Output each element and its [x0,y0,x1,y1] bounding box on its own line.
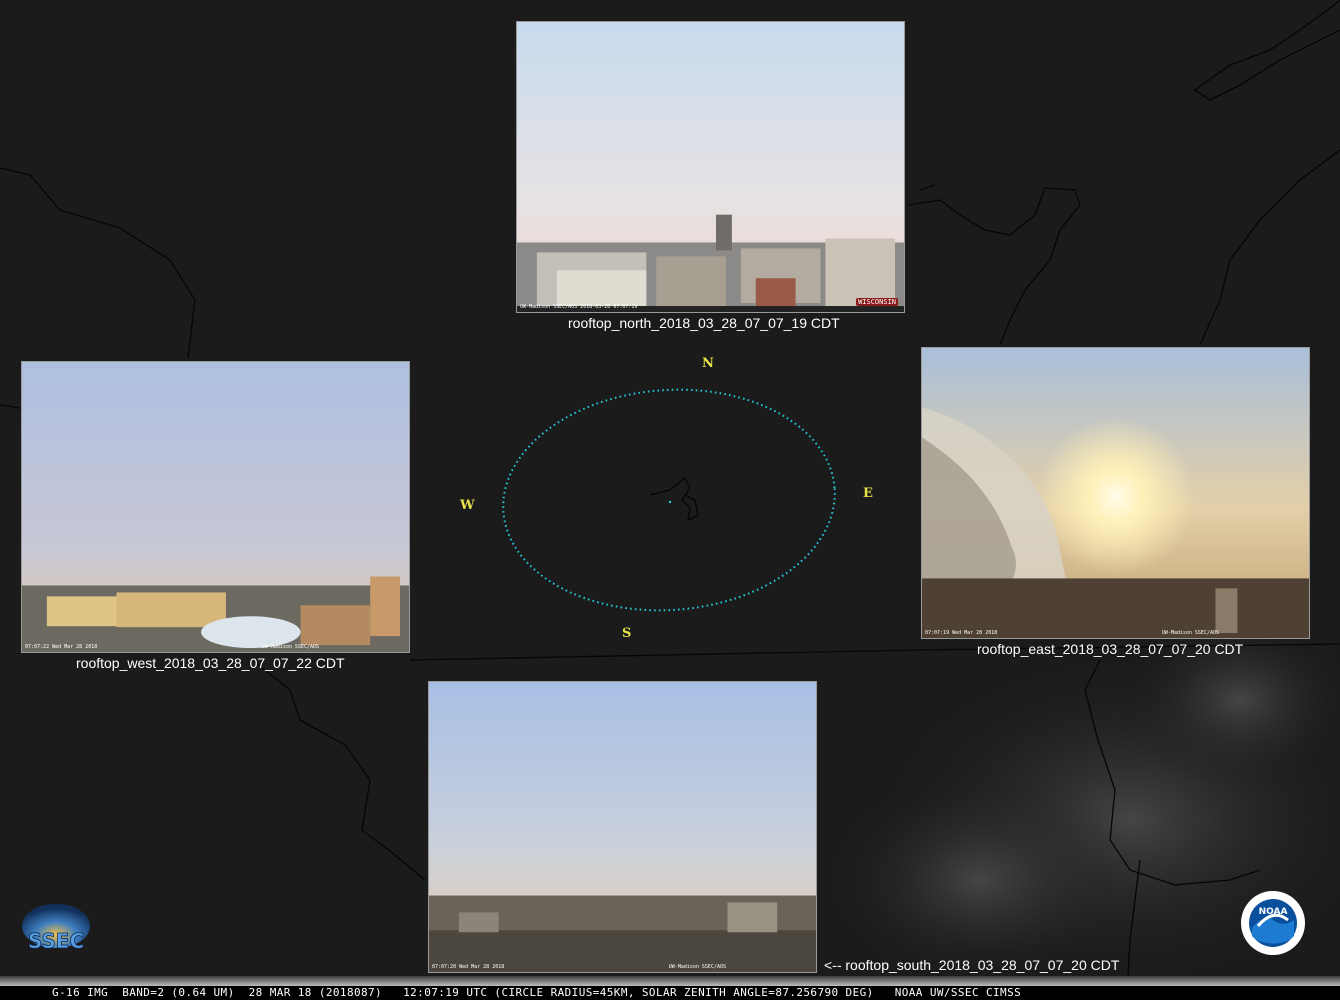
camera-south-caption: <-- rooftop_south_2018_03_28_07_07_20 CD… [824,957,1120,973]
camera-north-logo-text: WISCONSIN [856,298,898,306]
camera-east-source: UW-Madison SSEC/AOS [1161,630,1219,636]
camera-west-caption: rooftop_west_2018_03_28_07_07_22 CDT [76,655,345,671]
camera-north-caption: rooftop_north_2018_03_28_07_07_19 CDT [568,315,840,331]
status-bar-divider [0,976,1340,986]
camera-south-image: 07:07:20 Wed Mar 28 2018 UW-Madison SSEC… [428,681,817,973]
noaa-logo: NOAA [1240,890,1306,956]
camera-east-caption: rooftop_east_2018_03_28_07_07_20 CDT [977,641,1244,657]
ssec-logo: SSEC [18,902,94,954]
compass-south-label: S [622,626,632,641]
camera-north-image: UW-Madison SSEC/AOS 2018-03-28 07:07:19 … [516,21,905,313]
status-bar: G-16 IMG BAND=2 (0.64 UM) 28 MAR 18 (201… [0,976,1340,1000]
camera-west-timestamp: 07:07:22 Wed Mar 28 2018 [25,644,98,650]
status-bar-text: G-16 IMG BAND=2 (0.64 UM) 28 MAR 18 (201… [52,986,1022,999]
compass-west-label: W [460,498,475,513]
camera-north-timestamp: UW-Madison SSEC/AOS 2018-03-28 07:07:19 [520,304,638,310]
camera-south-timestamp: 07:07:20 Wed Mar 28 2018 [432,964,505,970]
camera-west-source: UW-Madison SSEC/AOS [261,644,319,650]
camera-west-image: 07:07:22 Wed Mar 28 2018 UW-Madison SSEC… [21,361,410,653]
camera-east-image: 07:07:19 Wed Mar 28 2018 UW-Madison SSEC… [921,347,1310,639]
camera-south-source: UW-Madison SSEC/AOS [668,964,726,970]
compass-east-label: E [863,486,873,501]
noaa-logo-text: NOAA [1259,907,1288,917]
compass-north-label: N [702,356,714,371]
camera-east-timestamp: 07:07:19 Wed Mar 28 2018 [925,630,998,636]
ssec-logo-text: SSEC [28,929,84,953]
